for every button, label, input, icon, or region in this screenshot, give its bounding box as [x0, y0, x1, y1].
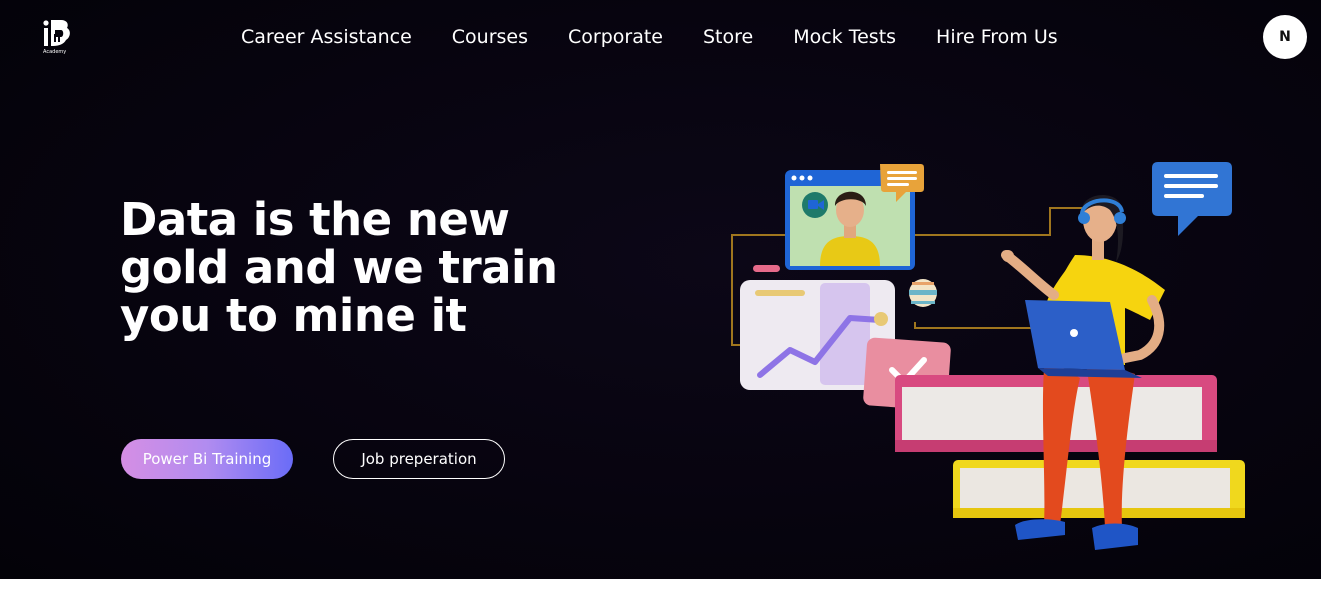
main-nav: Career Assistance Courses Corporate Stor… [241, 24, 1058, 50]
headline-line: Data is the new [120, 193, 510, 246]
headline-line: gold and we train [120, 241, 558, 294]
nav-courses[interactable]: Courses [452, 24, 528, 50]
user-avatar[interactable]: N [1263, 15, 1307, 59]
decorative-sphere [909, 279, 937, 307]
ib-academy-logo[interactable]: Academy [42, 18, 74, 56]
hero-headline: Data is the new gold and we train you to… [120, 196, 600, 340]
blue-chat-icon [1152, 162, 1232, 236]
nav-career-assistance[interactable]: Career Assistance [241, 24, 412, 50]
svg-text:Academy: Academy [43, 49, 66, 55]
nav-store[interactable]: Store [703, 24, 753, 50]
nav-corporate[interactable]: Corporate [568, 24, 663, 50]
power-bi-training-button[interactable]: Power Bi Training [121, 439, 293, 479]
nav-mock-tests[interactable]: Mock Tests [793, 24, 896, 50]
job-preparation-button[interactable]: Job preperation [333, 439, 505, 479]
headline-line: you to mine it [120, 289, 467, 342]
nav-hire-from-us[interactable]: Hire From Us [936, 24, 1058, 50]
person-with-laptop-on-books-illustration [731, 162, 1245, 550]
decorative-pill [753, 265, 780, 272]
hero-section: Academy Career Assistance Courses Corpor… [0, 0, 1321, 579]
